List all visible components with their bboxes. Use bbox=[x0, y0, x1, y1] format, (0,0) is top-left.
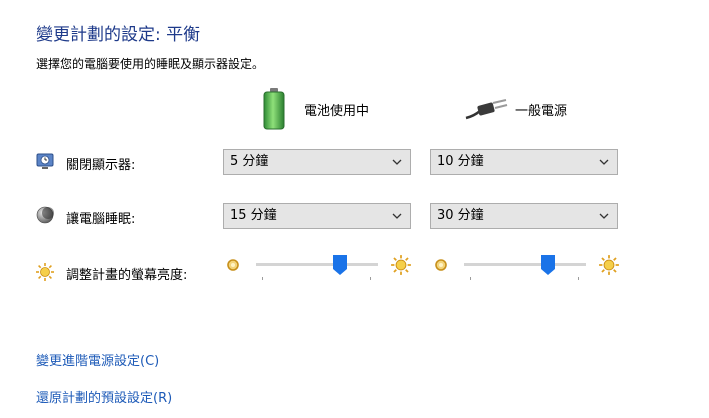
brightness-battery-slider[interactable] bbox=[256, 255, 378, 285]
plugged-column-label: 一般電源 bbox=[515, 104, 568, 119]
page-title: 變更計劃的設定: 平衡 bbox=[36, 25, 201, 45]
chevron-down-icon bbox=[392, 213, 402, 219]
monitor-clock-icon bbox=[36, 152, 54, 174]
sleep-battery-select[interactable]: 15 分鐘 bbox=[223, 203, 411, 229]
advanced-power-settings-link[interactable]: 變更進階電源設定(C) bbox=[36, 350, 159, 369]
moon-icon bbox=[36, 206, 54, 228]
bright-sun-icon bbox=[390, 254, 412, 280]
slider-thumb[interactable] bbox=[333, 255, 347, 275]
brightness-label: 調整計畫的螢幕亮度: bbox=[66, 268, 188, 283]
display-off-battery-value: 5 分鐘 bbox=[230, 154, 269, 169]
display-off-plugged-select[interactable]: 10 分鐘 bbox=[430, 149, 618, 175]
sleep-plugged-value: 30 分鐘 bbox=[437, 208, 484, 223]
slider-thumb[interactable] bbox=[541, 255, 555, 275]
battery-icon bbox=[262, 88, 286, 134]
sun-icon bbox=[35, 262, 55, 286]
dim-sun-icon bbox=[226, 257, 240, 276]
sleep-battery-value: 15 分鐘 bbox=[230, 208, 277, 223]
dim-sun-icon bbox=[434, 257, 448, 276]
chevron-down-icon bbox=[599, 159, 609, 165]
chevron-down-icon bbox=[599, 213, 609, 219]
bright-sun-icon bbox=[598, 254, 620, 280]
sleep-plugged-select[interactable]: 30 分鐘 bbox=[430, 203, 618, 229]
page-subtitle: 選擇您的電腦要使用的睡眠及顯示器設定。 bbox=[36, 57, 265, 71]
restore-defaults-link[interactable]: 還原計劃的預設設定(R) bbox=[36, 387, 172, 406]
sleep-label: 讓電腦睡眠: bbox=[66, 212, 136, 227]
brightness-plugged-slider[interactable] bbox=[464, 255, 586, 285]
battery-column-label: 電池使用中 bbox=[304, 104, 370, 119]
chevron-down-icon bbox=[392, 159, 402, 165]
display-off-battery-select[interactable]: 5 分鐘 bbox=[223, 149, 411, 175]
display-off-plugged-value: 10 分鐘 bbox=[437, 154, 484, 169]
display-off-label: 關閉顯示器: bbox=[66, 158, 136, 173]
power-plug-icon bbox=[464, 98, 508, 124]
